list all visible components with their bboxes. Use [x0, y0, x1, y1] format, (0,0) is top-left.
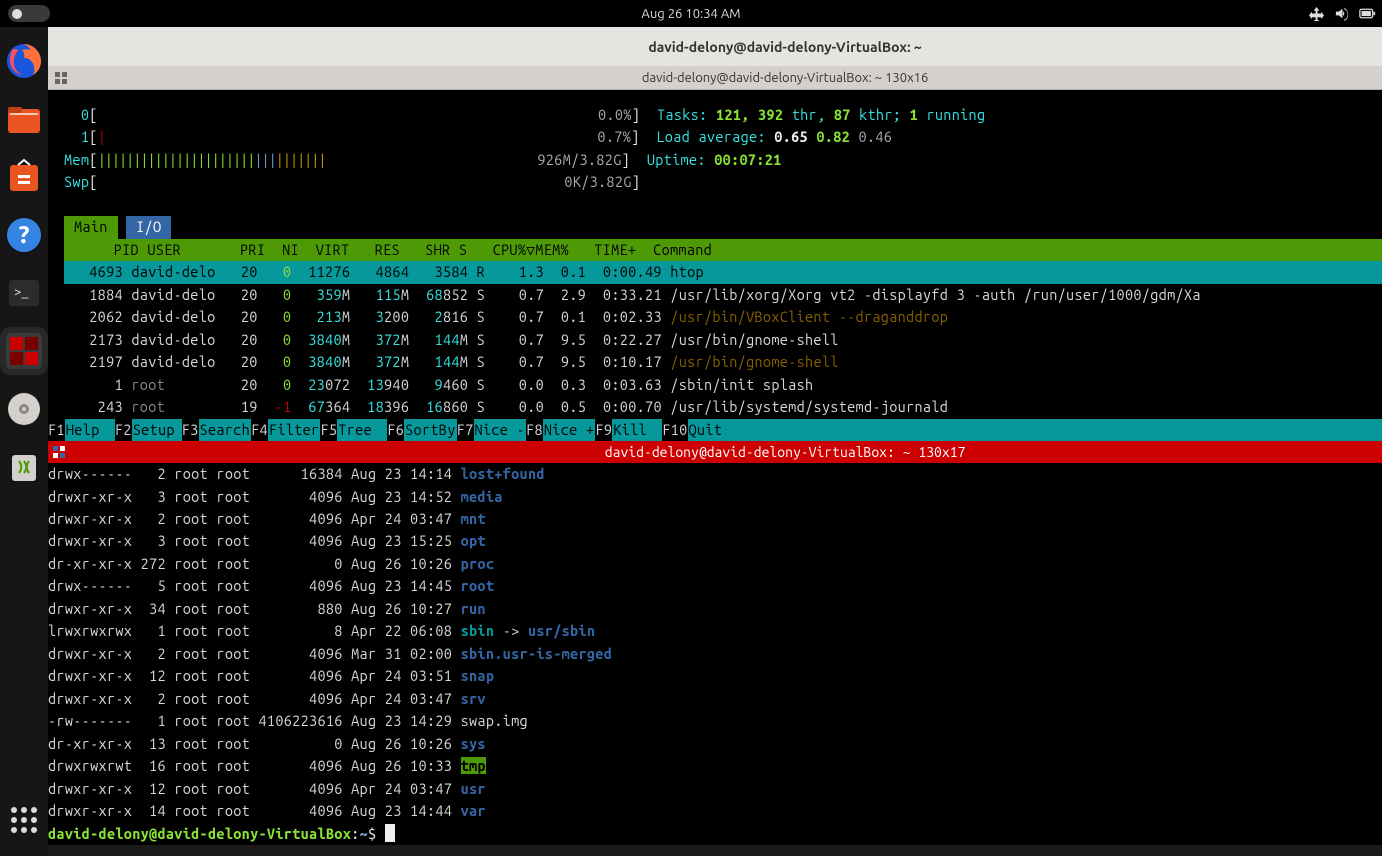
- htop-process-row[interactable]: 2197 david-delo 20 0 3840M 372M 144M S 0…: [48, 351, 1382, 373]
- dock: ? >_: [0, 27, 48, 856]
- ls-row: dr-xr-xr-x 272 root root 0 Aug 26 10:26 …: [48, 553, 1382, 575]
- dock-firefox[interactable]: [0, 37, 48, 85]
- ls-row: drwxr-xr-x 2 root root 4096 Mar 31 02:00…: [48, 643, 1382, 665]
- htop-process-row[interactable]: 243 root 19 -1 67364 18396 16860 S 0.0 0…: [48, 396, 1382, 418]
- window-title: david-delony@david-delony-VirtualBox: ~: [648, 39, 921, 55]
- gnome-topbar: Aug 26 10:34 AM: [0, 0, 1382, 27]
- svg-text:?: ?: [17, 221, 30, 248]
- dock-disks[interactable]: [0, 385, 48, 433]
- htop-fn-bar[interactable]: F1Help F2SetupF3SearchF4FilterF5Tree F6S…: [48, 419, 1382, 441]
- window-titlebar[interactable]: david-delony@david-delony-VirtualBox: ~: [48, 27, 1382, 66]
- dock-help[interactable]: ?: [0, 211, 48, 259]
- ls-row: -rw------- 1 root root 4106223616 Aug 23…: [48, 710, 1382, 732]
- system-tray[interactable]: [1309, 6, 1376, 21]
- split-icon[interactable]: [54, 71, 68, 85]
- htop-process-row[interactable]: 4693 david-delo 20 0 11276 4864 3584 R 1…: [64, 261, 1382, 283]
- dock-files[interactable]: [0, 95, 48, 143]
- tab-title[interactable]: david-delony@david-delony-VirtualBox: ~ …: [642, 71, 928, 85]
- window-area: david-delony@david-delony-VirtualBox: ~ …: [48, 27, 1382, 856]
- network-icon: [1309, 6, 1324, 21]
- volume-icon: [1334, 6, 1349, 21]
- htop-process-row[interactable]: 1 root 20 0 23072 13940 9460 S 0.0 0.3 0…: [48, 374, 1382, 396]
- htop-process-row[interactable]: 2062 david-delo 20 0 213M 3200 2816 S 0.…: [48, 306, 1382, 328]
- htop-process-row[interactable]: 2173 david-delo 20 0 3840M 372M 144M S 0…: [48, 329, 1382, 351]
- htop-process-row[interactable]: 1884 david-delo 20 0 359M 115M 68852 S 0…: [48, 284, 1382, 306]
- clock[interactable]: Aug 26 10:34 AM: [641, 7, 740, 21]
- ls-row: drwxr-xr-x 12 root root 4096 Apr 24 03:4…: [48, 778, 1382, 800]
- ls-row: drwxr-xr-x 12 root root 4096 Apr 24 03:5…: [48, 665, 1382, 687]
- dock-apps[interactable]: [0, 796, 48, 844]
- terminal-pane-1[interactable]: 0[0.0%] Tasks: 121, 392 thr, 87 kthr; 1 …: [48, 90, 1382, 441]
- ls-row: drwx------ 2 root root 16384 Aug 23 14:1…: [48, 463, 1382, 485]
- svg-text:>_: >_: [14, 285, 29, 299]
- ls-row: drwxrwxrwt 16 root root 4096 Aug 26 10:3…: [48, 755, 1382, 777]
- dock-terminator[interactable]: [0, 327, 48, 375]
- ls-row: drwxr-xr-x 14 root root 4096 Aug 23 14:4…: [48, 800, 1382, 822]
- ls-row: drwx------ 5 root root 4096 Aug 23 14:45…: [48, 575, 1382, 597]
- dock-terminal[interactable]: >_: [0, 269, 48, 317]
- split-icon: [52, 445, 66, 459]
- ls-row: drwxr-xr-x 34 root root 880 Aug 26 10:27…: [48, 598, 1382, 620]
- activities-pill[interactable]: [8, 5, 50, 22]
- ls-row: dr-xr-xr-x 13 root root 0 Aug 26 10:26 s…: [48, 733, 1382, 755]
- dock-software[interactable]: [0, 153, 48, 201]
- ls-row: drwxr-xr-x 2 root root 4096 Apr 24 03:47…: [48, 688, 1382, 710]
- ls-row: drwxr-xr-x 3 root root 4096 Aug 23 15:25…: [48, 530, 1382, 552]
- ls-row: lrwxrwxrwx 1 root root 8 Apr 22 06:08 sb…: [48, 620, 1382, 642]
- terminal-tab-bar: david-delony@david-delony-VirtualBox: ~ …: [48, 66, 1382, 90]
- dock-trash[interactable]: [0, 443, 48, 491]
- battery-icon: [1359, 7, 1376, 20]
- pane-2-title[interactable]: david-delony@david-delony-VirtualBox: ~ …: [48, 441, 1382, 463]
- cursor: [385, 824, 395, 842]
- htop-tab-io[interactable]: I/O: [126, 216, 171, 238]
- htop-columns[interactable]: PID USER PRI NI VIRT RES SHR S CPU%▽MEM%…: [64, 239, 1382, 261]
- ls-row: drwxr-xr-x 2 root root 4096 Apr 24 03:47…: [48, 508, 1382, 530]
- htop-tab-main[interactable]: Main: [64, 216, 118, 238]
- ls-row: drwxr-xr-x 3 root root 4096 Aug 23 14:52…: [48, 486, 1382, 508]
- terminal-pane-2[interactable]: drwx------ 2 root root 16384 Aug 23 14:1…: [48, 463, 1382, 845]
